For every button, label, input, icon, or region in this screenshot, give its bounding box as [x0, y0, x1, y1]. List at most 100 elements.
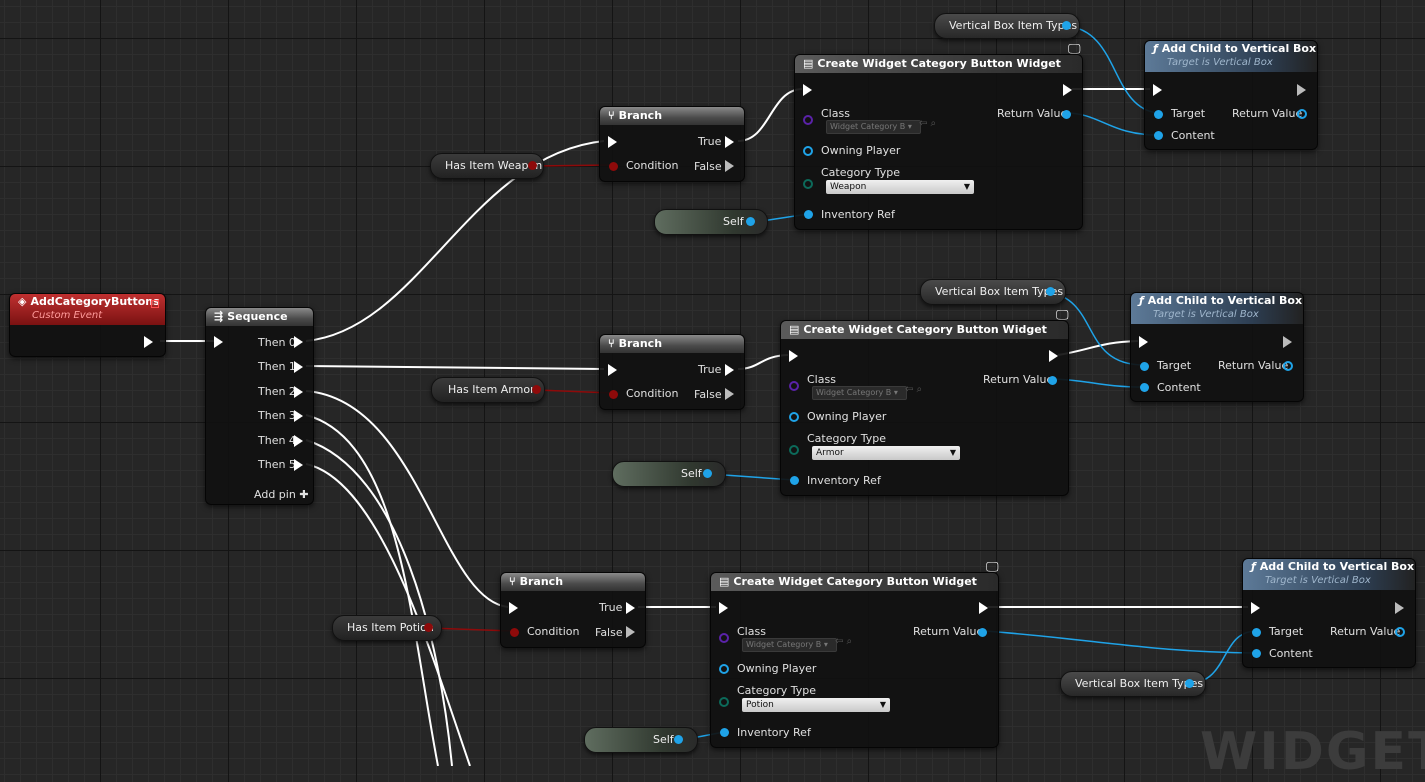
- exec-in-pin[interactable]: [608, 364, 617, 376]
- owning-player-pin[interactable]: [789, 412, 799, 422]
- condition-pin[interactable]: [609, 162, 618, 171]
- then-0-pin[interactable]: [294, 336, 303, 348]
- self-reference-node[interactable]: Self: [612, 461, 726, 487]
- exec-out-pin[interactable]: [1395, 602, 1404, 614]
- variable-out-pin[interactable]: [424, 623, 433, 632]
- vertical-box-item-types-variable[interactable]: Vertical Box Item Types: [1060, 671, 1206, 697]
- sequence-node[interactable]: ⇶ Sequence Then 0 Then 1 Then 2 Then 3 Th…: [205, 307, 314, 505]
- exec-in-pin[interactable]: [608, 136, 617, 148]
- class-pin[interactable]: [803, 115, 813, 125]
- target-pin[interactable]: [1252, 628, 1261, 637]
- exec-in-pin[interactable]: [789, 350, 798, 362]
- return-value-pin[interactable]: [1283, 361, 1293, 371]
- true-pin[interactable]: [725, 364, 734, 376]
- has-item-potion-variable[interactable]: Has Item Potion: [332, 615, 442, 641]
- return-value-pin[interactable]: [1062, 110, 1071, 119]
- class-pin[interactable]: [789, 381, 799, 391]
- exec-in-pin[interactable]: [719, 602, 728, 614]
- then-2-pin[interactable]: [294, 386, 303, 398]
- inventory-ref-pin[interactable]: [790, 476, 799, 485]
- variable-out-pin[interactable]: [532, 385, 541, 394]
- delegate-pin-icon[interactable]: [151, 300, 159, 308]
- self-reference-node[interactable]: Self: [654, 209, 768, 235]
- exec-out-pin[interactable]: [979, 602, 988, 614]
- inventory-ref-pin[interactable]: [720, 728, 729, 737]
- class-selector[interactable]: Widget Category B ▾: [812, 386, 907, 400]
- content-pin[interactable]: [1154, 131, 1163, 140]
- branch-node[interactable]: ⑂ Branch True Condition False: [599, 106, 745, 182]
- inventory-ref-pin[interactable]: [804, 210, 813, 219]
- class-selector[interactable]: Widget Category B ▾: [742, 638, 837, 652]
- owning-player-pin[interactable]: [803, 146, 813, 156]
- self-out-pin[interactable]: [703, 469, 712, 478]
- false-pin[interactable]: [725, 388, 734, 400]
- widget-icon: ▤: [789, 323, 800, 336]
- return-value-pin[interactable]: [1395, 627, 1405, 637]
- true-pin[interactable]: [626, 602, 635, 614]
- has-item-armor-variable[interactable]: Has Item Armor: [431, 377, 545, 403]
- class-selector[interactable]: Widget Category B ▾: [826, 120, 921, 134]
- true-pin[interactable]: [725, 136, 734, 148]
- target-pin[interactable]: [1140, 362, 1149, 371]
- exec-out-pin[interactable]: [1063, 84, 1072, 96]
- variable-out-pin[interactable]: [1062, 21, 1071, 30]
- exec-in-pin[interactable]: [509, 602, 518, 614]
- has-item-weapon-variable[interactable]: Has Item Weapon: [430, 153, 544, 179]
- create-widget-node[interactable]: ▤ Create Widget Category Button Widget Cl…: [710, 572, 999, 748]
- category-type-dropdown[interactable]: Potion ▼: [742, 698, 890, 712]
- return-value-pin[interactable]: [1048, 376, 1057, 385]
- exec-in-pin[interactable]: [803, 84, 812, 96]
- vertical-box-item-types-variable[interactable]: Vertical Box Item Types: [920, 279, 1066, 305]
- return-value-label: Return Value: [983, 373, 1054, 386]
- category-type-pin[interactable]: [803, 179, 813, 189]
- exec-out-pin[interactable]: [1283, 336, 1292, 348]
- event-subtitle: Custom Event: [32, 310, 103, 321]
- variable-out-pin[interactable]: [528, 161, 537, 170]
- self-reference-node[interactable]: Self: [584, 727, 698, 753]
- exec-out-pin[interactable]: [1297, 84, 1306, 96]
- return-value-pin[interactable]: [978, 628, 987, 637]
- target-pin[interactable]: [1154, 110, 1163, 119]
- return-value-pin[interactable]: [1297, 109, 1307, 119]
- category-type-dropdown[interactable]: Armor ▼: [812, 446, 960, 460]
- class-pin[interactable]: [719, 633, 729, 643]
- category-type-pin[interactable]: [719, 697, 729, 707]
- add-child-node[interactable]: ƒ Add Child to Vertical Box Target is Vert…: [1144, 40, 1318, 150]
- self-out-pin[interactable]: [746, 217, 755, 226]
- browse-icon[interactable]: ⇦ ⌕: [919, 118, 936, 129]
- branch-node[interactable]: ⑂ Branch True Condition False: [500, 572, 646, 648]
- target-label: Target: [1157, 359, 1192, 372]
- exec-in-pin[interactable]: [1153, 84, 1162, 96]
- variable-out-pin[interactable]: [1046, 287, 1055, 296]
- add-child-node[interactable]: ƒ Add Child to Vertical Box Target is Vert…: [1242, 558, 1416, 668]
- exec-in-pin[interactable]: [1251, 602, 1260, 614]
- create-widget-node[interactable]: ▤ Create Widget Category Button Widget Cl…: [780, 320, 1069, 496]
- vertical-box-item-types-variable[interactable]: Vertical Box Item Types: [934, 13, 1080, 39]
- then-5-pin[interactable]: [294, 459, 303, 471]
- branch-node[interactable]: ⑂ Branch True Condition False: [599, 334, 745, 410]
- exec-out-pin[interactable]: [144, 336, 153, 348]
- category-type-pin[interactable]: [789, 445, 799, 455]
- create-widget-node[interactable]: ▤ Create Widget Category Button Widget Cl…: [794, 54, 1083, 230]
- browse-icon[interactable]: ⇦ ⌕: [835, 636, 852, 647]
- add-pin-button[interactable]: Add pin ✚: [254, 488, 309, 501]
- exec-in-pin[interactable]: [1139, 336, 1148, 348]
- exec-out-pin[interactable]: [1049, 350, 1058, 362]
- exec-in-pin[interactable]: [214, 336, 223, 348]
- then-3-pin[interactable]: [294, 410, 303, 422]
- condition-pin[interactable]: [609, 390, 618, 399]
- condition-pin[interactable]: [510, 628, 519, 637]
- owning-player-pin[interactable]: [719, 664, 729, 674]
- then-1-pin[interactable]: [294, 361, 303, 373]
- add-child-node[interactable]: ƒ Add Child to Vertical Box Target is Vert…: [1130, 292, 1304, 402]
- variable-out-pin[interactable]: [1185, 679, 1194, 688]
- browse-icon[interactable]: ⇦ ⌕: [905, 384, 922, 395]
- self-out-pin[interactable]: [674, 735, 683, 744]
- false-pin[interactable]: [626, 626, 635, 638]
- content-pin[interactable]: [1140, 383, 1149, 392]
- custom-event-node[interactable]: ◈ AddCategoryButtons Custom Event: [9, 293, 166, 357]
- false-pin[interactable]: [725, 160, 734, 172]
- content-pin[interactable]: [1252, 649, 1261, 658]
- then-4-pin[interactable]: [294, 435, 303, 447]
- category-type-dropdown[interactable]: Weapon ▼: [826, 180, 974, 194]
